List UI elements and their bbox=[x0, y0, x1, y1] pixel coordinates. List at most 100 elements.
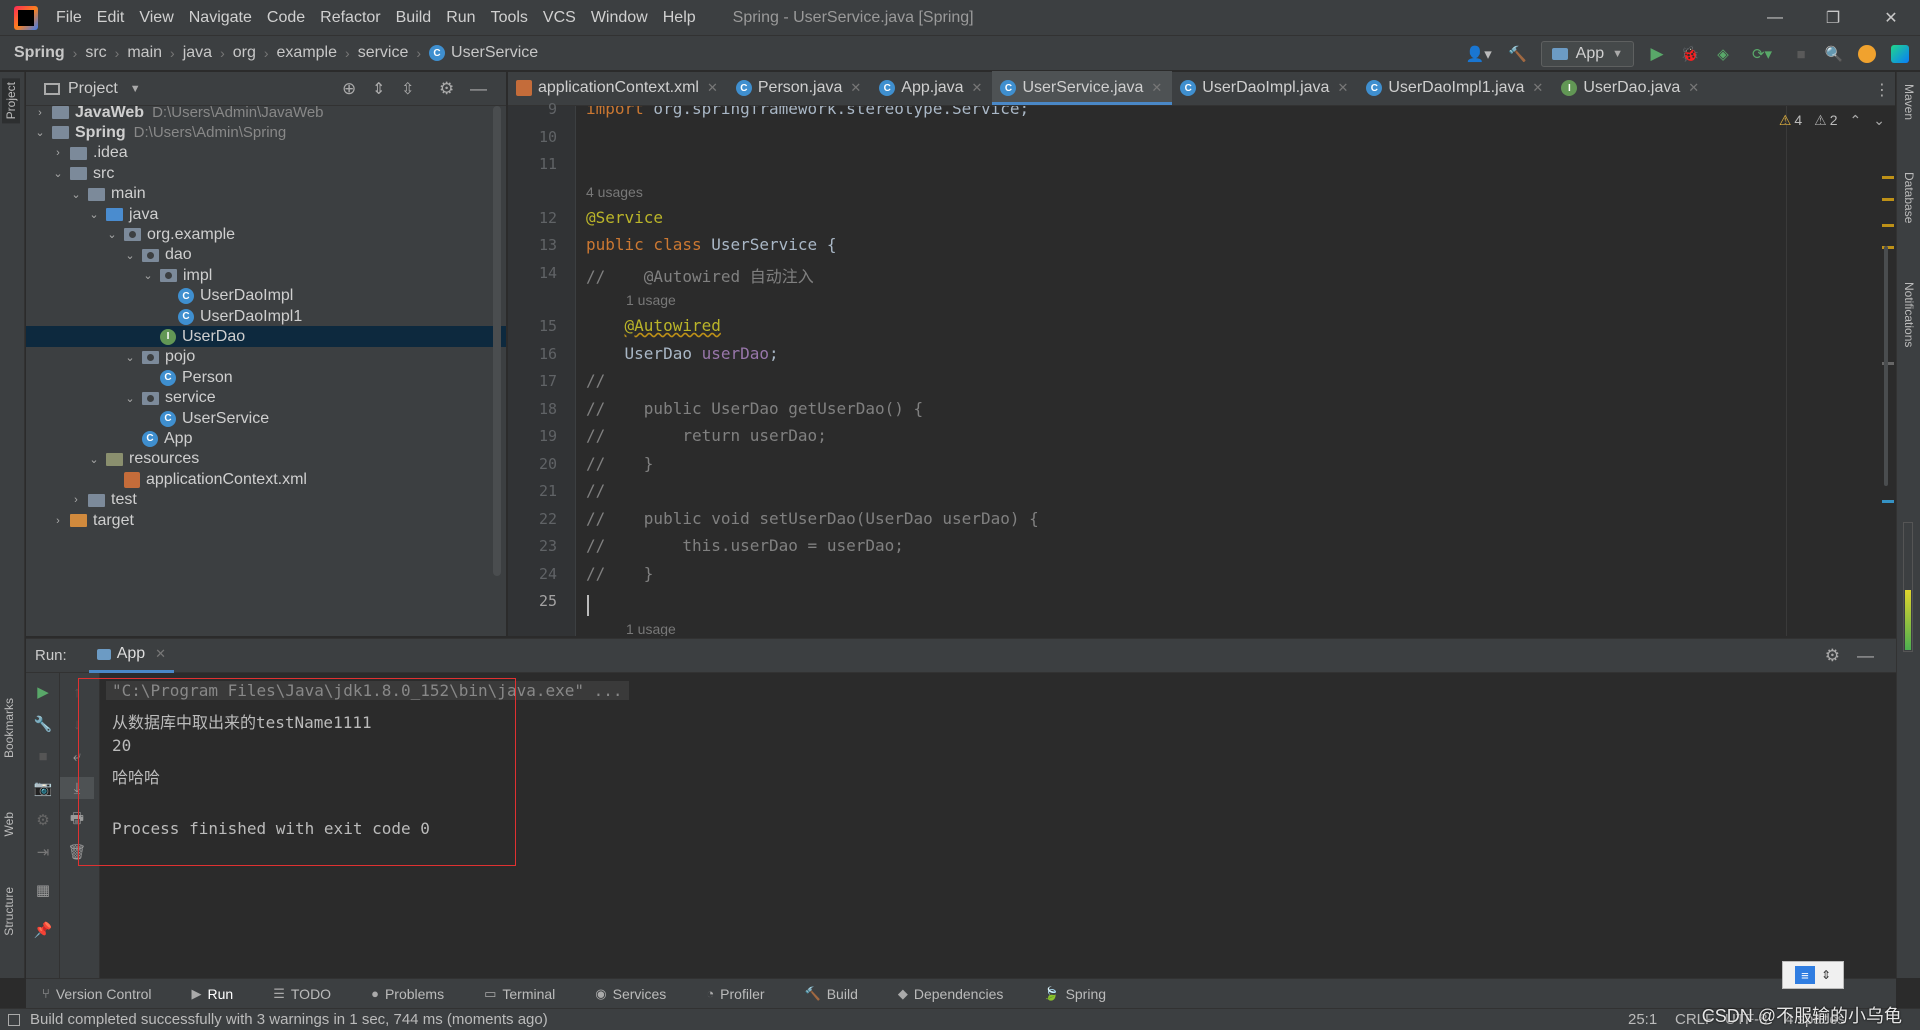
tree-item[interactable]: ⌄ java bbox=[26, 204, 506, 225]
search-icon[interactable]: 🔍 bbox=[1824, 44, 1844, 64]
debug-icon[interactable]: ⚙ bbox=[26, 809, 60, 831]
close-tab-icon[interactable]: ✕ bbox=[1532, 80, 1543, 96]
chevron-down-icon[interactable]: ▼ bbox=[130, 83, 141, 95]
breadcrumb-item[interactable]: java bbox=[183, 44, 212, 62]
breadcrumb-item[interactable]: src bbox=[85, 44, 106, 62]
expand-arrow-icon[interactable]: ⌄ bbox=[70, 188, 82, 201]
breadcrumb-item[interactable]: org bbox=[233, 44, 256, 62]
breadcrumb-item[interactable]: UserService bbox=[451, 44, 538, 62]
breadcrumb-item[interactable]: service bbox=[358, 44, 409, 62]
expand-arrow-icon[interactable]: › bbox=[70, 494, 82, 506]
code-line[interactable]: // public UserDao getUserDao() { bbox=[586, 399, 923, 418]
code-line[interactable]: // @Autowired 自动注入 bbox=[586, 263, 814, 287]
code-line[interactable]: // public void setUserDao(UserDao userDa… bbox=[586, 509, 1039, 528]
editor-tab[interactable]: C UserService.java ✕ bbox=[992, 71, 1173, 105]
usages-inlay-hint[interactable]: 1 usage bbox=[626, 292, 676, 308]
layout-icon[interactable]: ▦ bbox=[26, 879, 60, 901]
tree-item[interactable]: › test bbox=[26, 490, 506, 511]
bookmarks-tool-tab[interactable]: Bookmarks bbox=[2, 698, 16, 758]
code-line[interactable]: // return userDao; bbox=[586, 426, 827, 445]
rerun-icon[interactable]: ▶ bbox=[26, 681, 60, 703]
tree-item[interactable]: C UserDaoImpl bbox=[26, 286, 506, 307]
tree-item[interactable]: C UserDaoImpl1 bbox=[26, 306, 506, 327]
status-message[interactable]: Build completed successfully with 3 warn… bbox=[30, 1011, 548, 1028]
tree-item[interactable]: ⌄ Spring D:\Users\Admin\Spring bbox=[26, 122, 506, 143]
stop-icon[interactable]: ■ bbox=[1791, 44, 1811, 64]
coverage-icon[interactable]: ◈ bbox=[1713, 44, 1733, 64]
close-tab-icon[interactable]: ✕ bbox=[1337, 80, 1348, 96]
breadcrumb-item[interactable]: example bbox=[277, 44, 337, 62]
update-icon[interactable] bbox=[1857, 44, 1877, 64]
project-tool-tab[interactable]: Project bbox=[2, 78, 20, 124]
tree-item[interactable]: C Person bbox=[26, 367, 506, 388]
expand-arrow-icon[interactable]: › bbox=[52, 515, 64, 527]
debug-icon[interactable]: 🐞 bbox=[1680, 44, 1700, 64]
ime-indicator[interactable]: ≡ ⇕ bbox=[1782, 961, 1844, 989]
expand-arrow-icon[interactable]: ⌄ bbox=[124, 249, 136, 262]
tree-item[interactable]: › .idea bbox=[26, 143, 506, 164]
profile-icon[interactable]: ⟳▾ bbox=[1746, 44, 1778, 64]
usages-inlay-hint[interactable]: 4 usages bbox=[586, 184, 643, 200]
project-scrollbar[interactable] bbox=[493, 106, 501, 576]
editor-tab[interactable]: I UserDao.java ✕ bbox=[1553, 71, 1709, 105]
code-line[interactable]: public class UserService { bbox=[586, 235, 836, 254]
editor-tab[interactable]: C Person.java ✕ bbox=[728, 71, 871, 105]
memory-indicator[interactable] bbox=[1903, 522, 1913, 652]
close-tab-icon[interactable]: ✕ bbox=[1151, 80, 1162, 96]
code-line[interactable]: // bbox=[586, 481, 605, 500]
pin-icon[interactable]: 📌 bbox=[26, 919, 60, 941]
stop-icon[interactable]: ■ bbox=[26, 745, 60, 767]
close-tab-icon[interactable]: ✕ bbox=[972, 80, 983, 96]
breadcrumb-item[interactable]: main bbox=[127, 44, 162, 62]
code-line[interactable]: // this.userDao = userDao; bbox=[586, 536, 904, 555]
tree-item[interactable]: C UserService bbox=[26, 408, 506, 429]
tool-tab-profiler[interactable]: ◔ Profiler bbox=[706, 986, 764, 1002]
code-line[interactable]: // } bbox=[586, 564, 653, 583]
tool-tab-build[interactable]: 🔨 Build bbox=[805, 986, 858, 1002]
expand-arrow-icon[interactable]: › bbox=[34, 107, 46, 119]
tool-tab-terminal[interactable]: ▭ Terminal bbox=[484, 986, 555, 1002]
next-highlight-icon[interactable]: ⌄ bbox=[1873, 112, 1885, 129]
web-tool-tab[interactable]: Web bbox=[2, 812, 16, 836]
menu-build[interactable]: Build bbox=[396, 9, 432, 27]
close-tab-icon[interactable]: ✕ bbox=[707, 80, 718, 96]
minimize-icon[interactable]: — bbox=[1746, 0, 1804, 35]
code-line[interactable]: import org.springframework.stereotype.Se… bbox=[586, 106, 1029, 118]
tool-tab-problems[interactable]: ● Problems bbox=[371, 986, 444, 1002]
more-tabs-icon[interactable]: ⋮ bbox=[1874, 80, 1890, 100]
previous-highlight-icon[interactable]: ⌃ bbox=[1850, 112, 1862, 129]
notifications-tool-tab[interactable]: Notifications bbox=[1902, 282, 1916, 347]
expand-arrow-icon[interactable]: ⌄ bbox=[142, 269, 154, 282]
maven-tool-tab[interactable]: Maven bbox=[1902, 84, 1916, 120]
editor-tab[interactable]: C App.java ✕ bbox=[871, 71, 992, 105]
close-tab-icon[interactable]: ✕ bbox=[1688, 80, 1699, 96]
tool-tab-todo[interactable]: ☰ TODO bbox=[273, 986, 331, 1002]
tree-item[interactable]: › JavaWeb D:\Users\Admin\JavaWeb bbox=[26, 106, 506, 123]
tree-item[interactable]: ⌄ org.example bbox=[26, 224, 506, 245]
gear-icon[interactable]: ⚙ bbox=[1825, 646, 1840, 666]
run-icon[interactable]: ▶ bbox=[1647, 44, 1667, 64]
breadcrumb-item[interactable]: Spring bbox=[14, 44, 65, 62]
warning-marker[interactable] bbox=[1882, 224, 1894, 227]
menu-tools[interactable]: Tools bbox=[491, 9, 528, 27]
tree-item[interactable]: ⌄ src bbox=[26, 163, 506, 184]
tool-tab-version-control[interactable]: ⑂ Version Control bbox=[42, 986, 152, 1002]
menu-help[interactable]: Help bbox=[663, 9, 696, 27]
expand-arrow-icon[interactable]: › bbox=[52, 147, 64, 159]
collapse-all-icon[interactable]: ⇳ bbox=[401, 79, 414, 99]
tool-tab-dependencies[interactable]: ◆ Dependencies bbox=[898, 986, 1004, 1002]
expand-all-icon[interactable]: ⇕ bbox=[372, 79, 385, 99]
exit-icon[interactable]: ⇥ bbox=[26, 841, 60, 863]
expand-arrow-icon[interactable]: ⌄ bbox=[88, 208, 100, 221]
editor-tab[interactable]: C UserDaoImpl1.java ✕ bbox=[1358, 71, 1553, 105]
hide-panel-icon[interactable]: — bbox=[1857, 646, 1874, 666]
structure-tool-tab[interactable]: Structure bbox=[2, 887, 16, 936]
caret-position[interactable]: 25:1 bbox=[1628, 1011, 1657, 1028]
tree-item[interactable]: › target bbox=[26, 510, 506, 531]
tree-item[interactable]: applicationContext.xml bbox=[26, 469, 506, 490]
code-line[interactable]: // } bbox=[586, 454, 653, 473]
menu-window[interactable]: Window bbox=[591, 9, 648, 27]
code-line[interactable]: @Autowired bbox=[586, 316, 721, 335]
menu-refactor[interactable]: Refactor bbox=[320, 9, 380, 27]
gear-icon[interactable]: ⚙ bbox=[439, 79, 454, 99]
